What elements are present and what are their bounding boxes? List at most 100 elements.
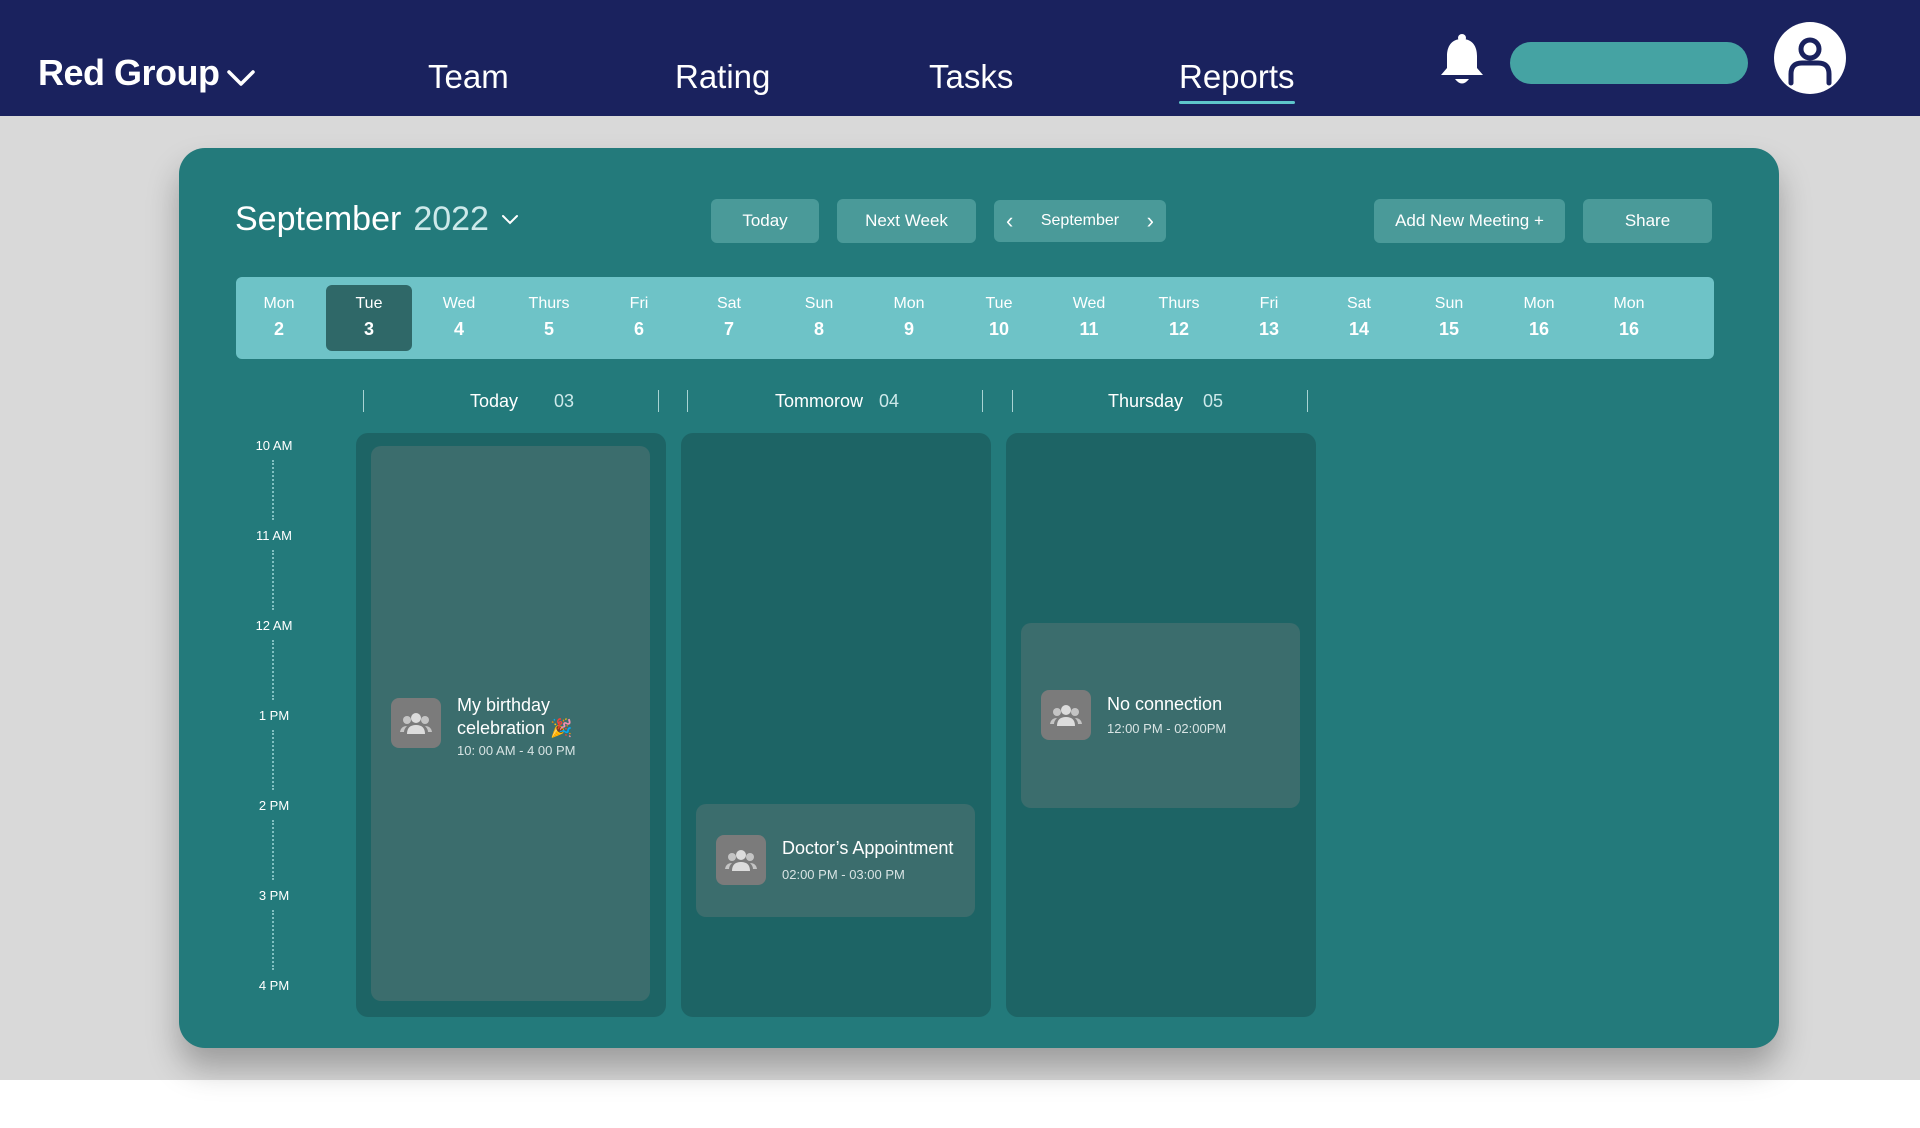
day-name: Sun <box>804 295 834 312</box>
day-cell[interactable]: Sun 8 <box>776 285 862 351</box>
day-number: 10 <box>988 319 1010 339</box>
nav-rating[interactable]: Rating <box>675 58 770 96</box>
day-cell[interactable]: Sat 7 <box>686 285 772 351</box>
day-number: 4 <box>453 319 464 339</box>
month-nav-label: September <box>1040 212 1120 229</box>
day-cell[interactable]: Fri 13 <box>1226 285 1312 351</box>
event-doctors-appointment[interactable]: Doctor’s Appointment 02:00 PM - 03:00 PM <box>696 804 975 917</box>
time-label: 12 AM <box>255 618 293 633</box>
day-column-today: My birthday celebration 🎉 10: 00 AM - 4 … <box>356 433 666 1017</box>
time-label: 3 PM <box>258 888 290 903</box>
event-time: 02:00 PM - 03:00 PM <box>782 867 905 882</box>
time-divider <box>272 460 276 520</box>
day-column-thursday: No connection 12:00 PM - 02:00PM <box>1006 433 1316 1017</box>
day-number: 16 <box>1528 319 1550 339</box>
month-navigator: ‹ September › <box>994 200 1166 242</box>
today-button[interactable]: Today <box>711 199 819 243</box>
chevron-left-icon[interactable]: ‹ <box>1006 210 1013 232</box>
day-cell-selected[interactable]: Tue 3 <box>326 285 412 351</box>
day-name: Wed <box>1072 295 1106 312</box>
day-name: Tue <box>355 295 383 312</box>
bell-icon <box>1441 34 1483 84</box>
day-name: Sun <box>1434 295 1464 312</box>
day-number: 14 <box>1348 319 1370 339</box>
nav-tasks[interactable]: Tasks <box>929 58 1013 96</box>
brand-name: Red Group <box>38 52 220 93</box>
chevron-down-icon <box>501 214 518 224</box>
share-button[interactable]: Share <box>1583 199 1712 243</box>
day-cell[interactable]: Mon 2 <box>236 285 322 351</box>
day-name: Wed <box>442 295 476 312</box>
day-number: 8 <box>813 319 824 339</box>
day-cell[interactable]: Mon 9 <box>866 285 952 351</box>
user-icon <box>1788 37 1832 86</box>
day-number: 7 <box>723 319 734 339</box>
day-number: 9 <box>903 319 914 339</box>
group-icon <box>1041 690 1091 740</box>
day-cell[interactable]: Wed 4 <box>416 285 502 351</box>
add-meeting-button[interactable]: Add New Meeting + <box>1374 199 1565 243</box>
day-name: Thurs <box>528 295 570 312</box>
day-cell[interactable]: Sat 14 <box>1316 285 1402 351</box>
next-week-button[interactable]: Next Week <box>837 199 976 243</box>
day-cell[interactable]: Fri 6 <box>596 285 682 351</box>
event-title: My birthday celebration 🎉 <box>457 695 573 738</box>
day-name: Sat <box>716 295 741 312</box>
group-icon <box>391 698 441 748</box>
day-name: Mon <box>893 295 925 312</box>
time-label: 2 PM <box>258 798 290 813</box>
chevron-down-icon <box>226 70 255 86</box>
day-cell[interactable]: Mon 16 <box>1586 285 1672 351</box>
day-name: Mon <box>1613 295 1645 312</box>
month-year-picker[interactable]: September 2022 <box>235 200 519 239</box>
event-no-connection[interactable]: No connection 12:00 PM - 02:00PM <box>1021 623 1300 808</box>
month-label: September <box>235 200 402 238</box>
day-number: 6 <box>633 319 644 339</box>
day-cell[interactable]: Thurs 12 <box>1136 285 1222 351</box>
day-number: 2 <box>273 319 284 339</box>
chevron-right-icon[interactable]: › <box>1147 210 1154 232</box>
day-cell[interactable]: Sun 15 <box>1406 285 1492 351</box>
column-label: Thursday <box>1108 391 1184 411</box>
day-cell[interactable]: Tue 10 <box>956 285 1042 351</box>
time-label: 1 PM <box>258 708 290 723</box>
profile-avatar[interactable] <box>1774 22 1846 94</box>
column-number: 05 <box>1203 391 1224 411</box>
time-divider <box>272 730 276 790</box>
day-cell[interactable]: Thurs 5 <box>506 285 592 351</box>
event-title: Doctor’s Appointment <box>782 838 954 858</box>
nav-reports[interactable]: Reports <box>1179 58 1295 104</box>
time-label: 10 AM <box>255 438 293 453</box>
time-divider <box>272 820 276 880</box>
day-name: Sat <box>1346 295 1371 312</box>
column-header-today: Today 03 <box>363 388 660 414</box>
column-number: 04 <box>879 391 900 411</box>
day-number: 12 <box>1168 319 1190 339</box>
column-label: Today <box>470 391 519 411</box>
time-divider <box>272 910 276 970</box>
brand-switcher[interactable]: Red Group <box>38 52 256 94</box>
day-name: Fri <box>1259 295 1279 312</box>
event-birthday[interactable]: My birthday celebration 🎉 10: 00 AM - 4 … <box>371 446 650 1001</box>
day-column-tomorrow: Doctor’s Appointment 02:00 PM - 03:00 PM <box>681 433 991 1017</box>
nav-team[interactable]: Team <box>428 58 509 96</box>
day-number: 3 <box>363 319 374 339</box>
day-number: 11 <box>1079 319 1099 339</box>
time-divider <box>272 640 276 700</box>
time-divider <box>272 550 276 610</box>
time-label: 4 PM <box>258 978 290 993</box>
day-number: 5 <box>543 319 554 339</box>
day-number: 15 <box>1438 319 1460 339</box>
date-strip: Mon 2 Tue 3 Wed 4 Thurs 5 Fri 6 Sat 7 Sun 8 Mon… <box>236 277 1714 359</box>
day-name: Thurs <box>1158 295 1200 312</box>
column-header-thursday: Thursday 05 <box>1012 388 1309 414</box>
calendar-card: September 2022 Today Next Week ‹ Septemb… <box>179 148 1779 1048</box>
day-number: 16 <box>1618 319 1640 339</box>
time-label: 11 AM <box>256 528 292 543</box>
notifications-button[interactable] <box>1438 32 1486 93</box>
top-navbar: Red Group Team Rating Tasks Reports <box>0 0 1920 116</box>
day-cell[interactable]: Wed 11 <box>1046 285 1132 351</box>
day-name: Mon <box>1523 295 1555 312</box>
search-pill[interactable] <box>1510 42 1748 84</box>
day-cell[interactable]: Mon 16 <box>1496 285 1582 351</box>
